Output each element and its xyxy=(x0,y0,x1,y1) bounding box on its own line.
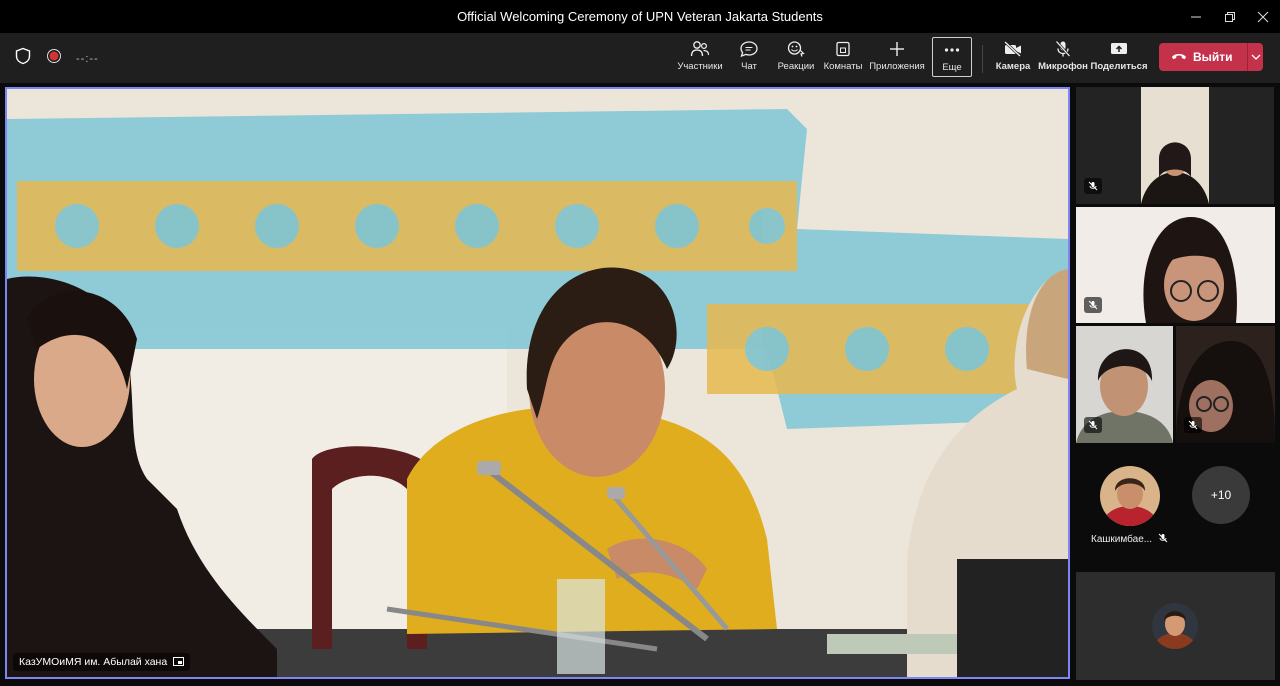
rooms-button[interactable]: Комнаты xyxy=(823,37,863,79)
chat-label: Чат xyxy=(741,61,757,72)
chevron-down-icon[interactable] xyxy=(1248,54,1263,60)
breakout-rooms-icon xyxy=(834,37,852,61)
participant-tile-2[interactable] xyxy=(1076,207,1275,323)
mic-off-icon xyxy=(1084,297,1102,313)
recording-icon xyxy=(46,48,62,69)
meeting-toolbar: --:-- Участники Чат Реакции Комнаты Прил… xyxy=(0,33,1280,83)
people-icon xyxy=(690,37,710,61)
camera-off-icon xyxy=(1003,37,1023,61)
apps-label: Приложения xyxy=(869,61,925,72)
mic-label: Микрофон xyxy=(1038,61,1088,72)
ellipsis-icon xyxy=(943,38,961,62)
camera-label: Камера xyxy=(995,61,1031,72)
video-frame xyxy=(7,89,1068,677)
share-label: Поделиться xyxy=(1090,61,1148,72)
apps-button[interactable]: Приложения xyxy=(868,37,926,79)
participants-label: Участники xyxy=(677,61,723,72)
avatar[interactable] xyxy=(1100,466,1160,526)
self-view-tile[interactable] xyxy=(1076,572,1275,680)
participant-tile-3[interactable] xyxy=(1076,326,1173,443)
share-button[interactable]: Поделиться xyxy=(1090,37,1148,79)
close-button[interactable] xyxy=(1245,0,1280,33)
avatar-participant-name: Кашкимбае... xyxy=(1091,533,1168,546)
participant-video xyxy=(1076,207,1275,323)
more-participants-button[interactable]: +10 xyxy=(1192,466,1250,524)
leave-label: Выйти xyxy=(1193,50,1233,64)
rooms-label: Комнаты xyxy=(823,61,863,72)
meeting-timer: --:-- xyxy=(76,52,99,65)
chat-icon xyxy=(739,37,759,61)
toolbar-divider xyxy=(982,45,983,73)
camera-button[interactable]: Камера xyxy=(994,37,1032,79)
speaker-name: КазУМОиМЯ им. Абылай хана xyxy=(19,656,168,668)
shield-icon[interactable] xyxy=(14,47,32,70)
mic-off-icon xyxy=(1054,37,1072,61)
mic-button[interactable]: Микрофон xyxy=(1038,37,1088,79)
screen-share-icon xyxy=(173,657,185,667)
title-bar: Official Welcoming Ceremony of UPN Veter… xyxy=(0,0,1280,33)
reactions-label: Реакции xyxy=(777,61,815,72)
chat-button[interactable]: Чат xyxy=(737,37,761,79)
self-avatar xyxy=(1152,603,1198,649)
mic-off-icon xyxy=(1084,178,1102,194)
participant-video xyxy=(1141,87,1209,204)
restore-button[interactable] xyxy=(1212,0,1248,33)
more-label: Еще xyxy=(942,62,962,73)
mic-off-icon xyxy=(1158,533,1168,546)
phone-hangup-icon xyxy=(1171,50,1187,64)
main-video[interactable]: КазУМОиМЯ им. Абылай хана xyxy=(5,87,1070,679)
minimize-button[interactable] xyxy=(1178,0,1214,33)
share-screen-icon xyxy=(1109,37,1129,61)
plus-icon xyxy=(888,37,906,61)
participant-name: Кашкимбае... xyxy=(1091,534,1153,545)
leave-button[interactable]: Выйти xyxy=(1159,43,1263,71)
participant-tile-1[interactable] xyxy=(1076,87,1274,204)
window-title: Official Welcoming Ceremony of UPN Veter… xyxy=(457,9,823,24)
speaker-name-tag: КазУМОиМЯ им. Абылай хана xyxy=(13,653,191,671)
mic-off-icon xyxy=(1184,417,1202,433)
participant-tile-4[interactable] xyxy=(1176,326,1275,443)
reactions-icon xyxy=(786,37,806,61)
reactions-button[interactable]: Реакции xyxy=(777,37,815,79)
more-button[interactable]: Еще xyxy=(932,37,972,77)
mic-off-icon xyxy=(1084,417,1102,433)
participants-button[interactable]: Участники xyxy=(677,37,723,79)
